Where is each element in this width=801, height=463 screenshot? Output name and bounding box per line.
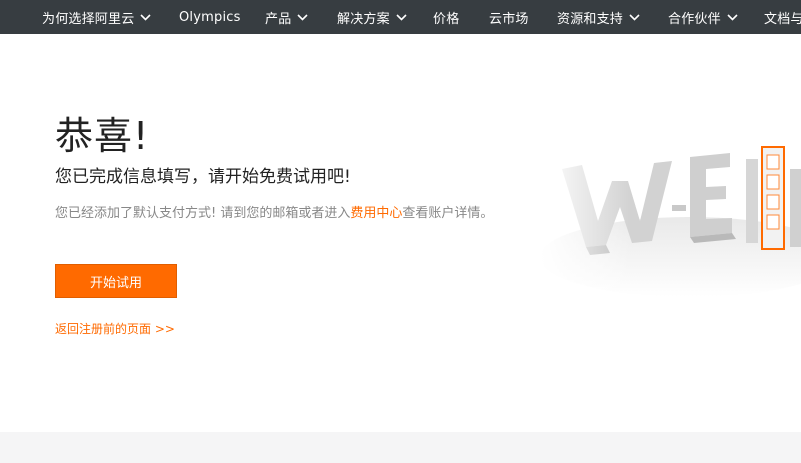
page-title: 恭喜! xyxy=(55,114,150,158)
nav-item-label: 资源和支持 xyxy=(557,11,624,27)
description-before: 您已经添加了默认支付方式! 请到您的邮箱或者进入 xyxy=(55,206,351,221)
description-after: 查看账户详情。 xyxy=(402,206,494,221)
nav-item-pricing[interactable]: 价格 xyxy=(433,0,459,34)
chevron-down-icon xyxy=(629,13,640,21)
billing-center-link[interactable]: 费用中心 xyxy=(350,206,402,221)
nav-item-products[interactable]: 产品 xyxy=(265,0,308,34)
nav-item-marketplace[interactable]: 云市场 xyxy=(489,0,529,34)
top-navigation-bar: 为何选择阿里云 Olympics 产品 解决方案 价格 云市场 资源和支持 合作… xyxy=(0,0,801,34)
nav-item-solutions[interactable]: 解决方案 xyxy=(337,0,407,34)
description-text: 您已经添加了默认支付方式! 请到您的邮箱或者进入费用中心查看账户详情。 xyxy=(55,202,550,225)
chevron-down-icon xyxy=(396,13,407,21)
nav-item-label: 解决方案 xyxy=(337,11,390,27)
nav-item-why-aliyun[interactable]: 为何选择阿里云 xyxy=(42,0,151,34)
page-subtitle: 您已完成信息填写，请开始免费试用吧! xyxy=(55,167,351,187)
nav-item-resources-support[interactable]: 资源和支持 xyxy=(557,0,640,34)
chevron-down-icon xyxy=(727,13,738,21)
start-trial-button[interactable]: 开始试用 xyxy=(55,264,177,298)
chevron-down-icon xyxy=(140,13,151,21)
nav-item-label: Olympics xyxy=(179,9,241,25)
nav-item-docs[interactable]: 文档与 xyxy=(764,0,801,34)
footer-band xyxy=(0,432,801,463)
nav-item-label: 价格 xyxy=(433,11,460,27)
back-to-previous-page-link[interactable]: 返回注册前的页面 >> xyxy=(55,320,175,337)
welcome-hero-illustration: W E L xyxy=(540,129,801,314)
nav-item-label: 合作伙伴 xyxy=(668,11,721,27)
nav-item-label: 文档与 xyxy=(764,11,801,27)
chevron-down-icon xyxy=(297,13,308,21)
nav-item-olympics[interactable]: Olympics xyxy=(179,0,241,34)
nav-item-label: 云市场 xyxy=(489,11,529,27)
nav-item-label: 为何选择阿里云 xyxy=(42,11,135,27)
nav-item-label: 产品 xyxy=(265,11,292,27)
nav-item-partners[interactable]: 合作伙伴 xyxy=(668,0,738,34)
nav-list: 为何选择阿里云 Olympics 产品 解决方案 价格 云市场 资源和支持 合作… xyxy=(0,0,801,34)
main-content: 恭喜! 您已完成信息填写，请开始免费试用吧! 您已经添加了默认支付方式! 请到您… xyxy=(0,34,801,432)
